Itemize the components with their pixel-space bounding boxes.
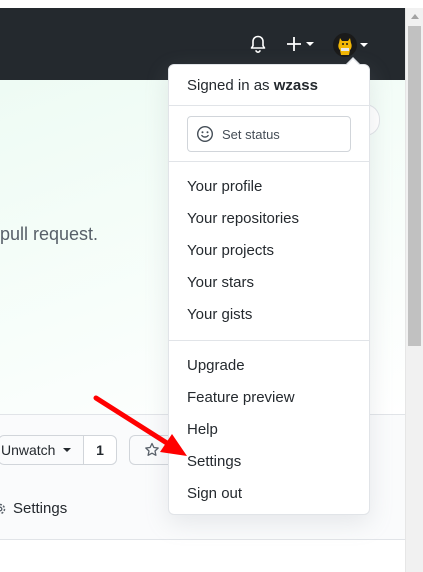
menu-item-settings[interactable]: Settings <box>169 445 369 477</box>
signed-in-prefix: Signed in as <box>187 77 270 94</box>
tab-settings[interactable]: Settings <box>0 500 67 517</box>
scroll-up-arrow-icon[interactable] <box>411 14 419 19</box>
watch-count[interactable]: 1 <box>84 436 116 464</box>
hero-text: pull request. <box>0 224 99 244</box>
menu-divider <box>169 105 369 106</box>
watch-button[interactable]: Unwatch 1 <box>0 435 117 465</box>
menu-item-your-projects[interactable]: Your projects <box>169 234 369 266</box>
menu-divider <box>169 161 369 162</box>
gear-icon <box>0 502 7 516</box>
tab-settings-label: Settings <box>13 500 68 517</box>
scrollbar[interactable] <box>405 8 423 572</box>
menu-item-your-profile[interactable]: Your profile <box>169 170 369 202</box>
menu-item-upgrade[interactable]: Upgrade <box>169 349 369 381</box>
user-menu-button[interactable] <box>333 33 368 57</box>
chevron-down-icon <box>306 42 314 46</box>
menu-item-your-stars[interactable]: Your stars <box>169 266 369 298</box>
create-new-button[interactable] <box>285 35 314 53</box>
avatar <box>333 33 357 57</box>
menu-item-help[interactable]: Help <box>169 413 369 445</box>
set-status-label: Set status <box>222 126 280 142</box>
bell-icon[interactable] <box>248 34 268 54</box>
smiley-icon <box>196 125 214 143</box>
chevron-down-icon <box>360 43 368 47</box>
menu-item-your-repositories[interactable]: Your repositories <box>169 202 369 234</box>
watch-label: Unwatch <box>1 442 56 458</box>
menu-item-your-gists[interactable]: Your gists <box>169 298 369 330</box>
username: wzass <box>273 77 318 94</box>
menu-item-feature-preview[interactable]: Feature preview <box>169 381 369 413</box>
set-status-button[interactable]: Set status <box>187 116 351 152</box>
menu-divider <box>169 340 369 341</box>
menu-notch-fill <box>346 59 360 66</box>
scrollbar-thumb[interactable] <box>408 26 421 346</box>
star-icon <box>145 442 159 456</box>
watch-main[interactable]: Unwatch <box>0 436 84 464</box>
menu-item-sign-out[interactable]: Sign out <box>169 477 369 509</box>
chevron-down-icon <box>63 448 72 452</box>
signed-in-header: Signed in as wzass <box>187 77 318 94</box>
plus-icon <box>287 37 301 51</box>
user-dropdown-menu: Signed in as wzass Set status Your profi… <box>168 57 370 515</box>
